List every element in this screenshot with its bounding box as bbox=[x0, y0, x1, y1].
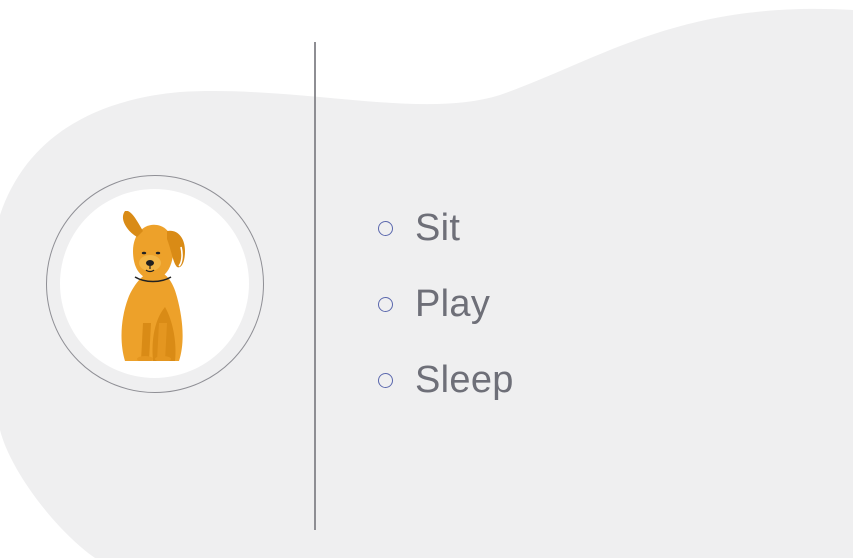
option-sit[interactable]: Sit bbox=[378, 190, 514, 266]
dog-icon bbox=[121, 211, 185, 361]
radio-sit[interactable] bbox=[378, 220, 393, 236]
radio-play[interactable] bbox=[378, 296, 393, 312]
option-sleep[interactable]: Sleep bbox=[378, 342, 514, 418]
option-label-sleep: Sleep bbox=[415, 359, 514, 401]
avatar bbox=[60, 189, 249, 378]
option-play[interactable]: Play bbox=[378, 266, 514, 342]
radio-sleep[interactable] bbox=[378, 372, 393, 388]
option-label-sit: Sit bbox=[415, 207, 461, 249]
option-label-play: Play bbox=[415, 283, 491, 325]
vertical-divider bbox=[314, 42, 316, 530]
options-list: Sit Play Sleep bbox=[378, 190, 514, 418]
avatar-ring bbox=[46, 175, 264, 393]
slide-canvas: Sit Play Sleep bbox=[0, 0, 853, 558]
